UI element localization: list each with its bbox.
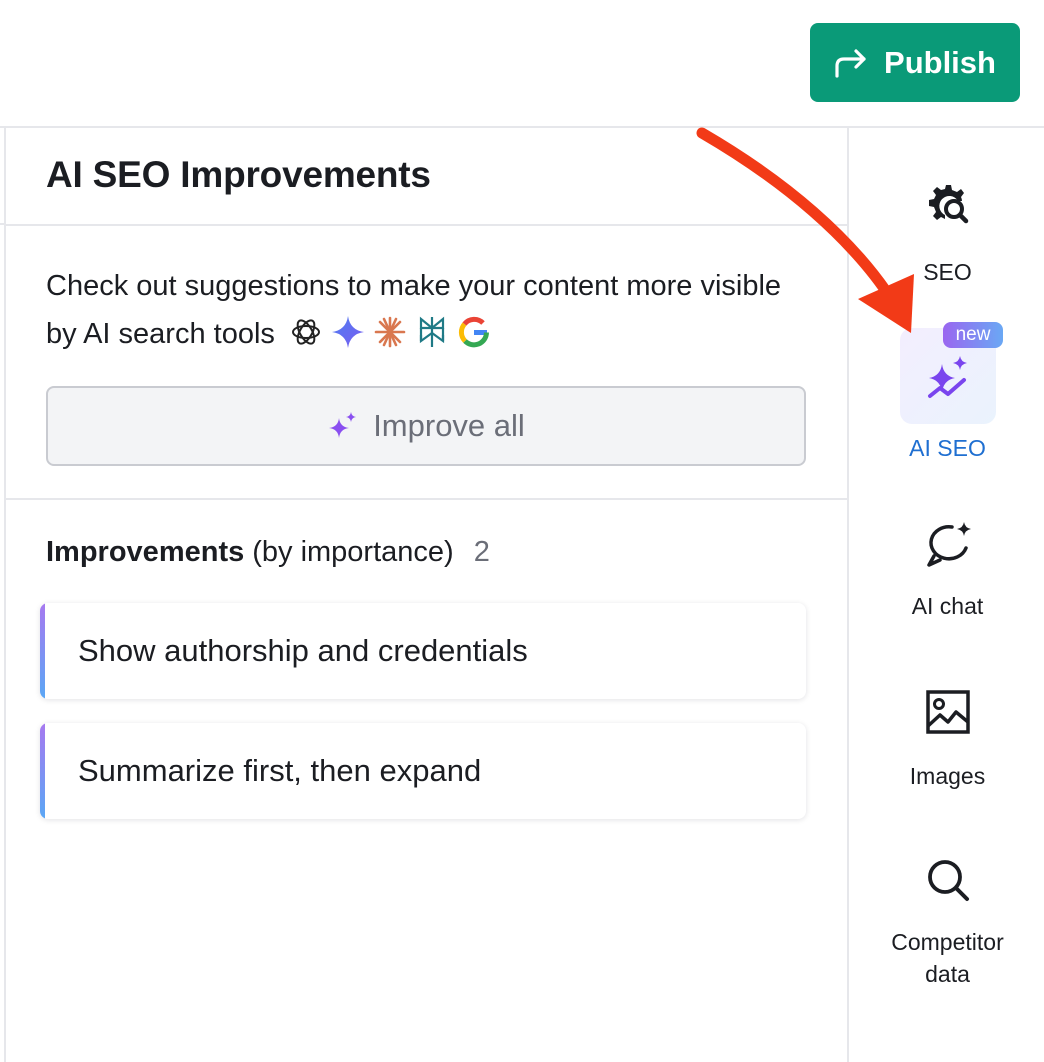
improvement-label: Summarize first, then expand bbox=[78, 753, 482, 788]
ai-tools-icons bbox=[289, 315, 491, 349]
improvement-label: Show authorship and credentials bbox=[78, 633, 528, 668]
improvements-heading-bold: Improvements bbox=[46, 536, 245, 568]
publish-button[interactable]: Publish bbox=[810, 23, 1020, 102]
top-bar: Publish bbox=[0, 0, 1044, 128]
sidebar-item-label: Competitor data bbox=[891, 929, 1004, 987]
sidebar-item-seo[interactable]: SEO bbox=[849, 180, 1044, 288]
search-icon bbox=[927, 860, 969, 901]
improvement-card[interactable]: Summarize first, then expand bbox=[40, 723, 806, 819]
sidebar-item-ai-seo[interactable]: AI SEO bbox=[849, 328, 1044, 464]
sparkles-icon bbox=[927, 356, 967, 398]
sparkles-icon bbox=[329, 412, 357, 438]
publish-label: Publish bbox=[884, 44, 996, 80]
sidebar-item-images[interactable]: Images bbox=[849, 688, 1044, 792]
ai-chat-icon bbox=[926, 522, 971, 567]
improve-all-button[interactable]: Improve all bbox=[46, 386, 806, 466]
ai-seo-panel: AI SEO Improvements Check out suggestion… bbox=[6, 128, 847, 1062]
improvement-card[interactable]: Show authorship and credentials bbox=[40, 603, 806, 699]
panel-title: AI SEO Improvements bbox=[46, 154, 431, 195]
improvements-heading: Improvements (by importance) 2 bbox=[46, 536, 490, 569]
share-arrow-icon bbox=[835, 48, 866, 78]
right-sidebar: SEO AI SEO AI chat Images Competitor dat… bbox=[847, 128, 1044, 1062]
claude-icon bbox=[373, 315, 407, 349]
sidebar-item-label: AI SEO bbox=[909, 435, 986, 461]
improvements-heading-rest: (by importance) bbox=[252, 536, 454, 568]
chatgpt-icon bbox=[289, 315, 323, 349]
sidebar-item-ai-chat[interactable]: AI chat bbox=[849, 518, 1044, 622]
divider bbox=[6, 498, 847, 500]
seo-gear-icon bbox=[928, 185, 968, 224]
sidebar-item-label: Images bbox=[909, 763, 986, 789]
perplexity-icon bbox=[415, 315, 449, 349]
sidebar-item-label: AI chat bbox=[911, 593, 984, 619]
sidebar-item-competitor-data[interactable]: Competitor data bbox=[849, 856, 1044, 990]
improve-all-label: Improve all bbox=[373, 408, 525, 443]
gemini-icon bbox=[331, 315, 365, 349]
image-icon bbox=[925, 690, 970, 734]
divider bbox=[6, 224, 847, 226]
improvements-count: 2 bbox=[473, 536, 490, 568]
new-badge: new bbox=[943, 322, 1003, 348]
google-icon bbox=[457, 315, 491, 349]
sidebar-item-label: SEO bbox=[923, 259, 972, 285]
panel-description: Check out suggestions to make your conte… bbox=[46, 262, 816, 358]
